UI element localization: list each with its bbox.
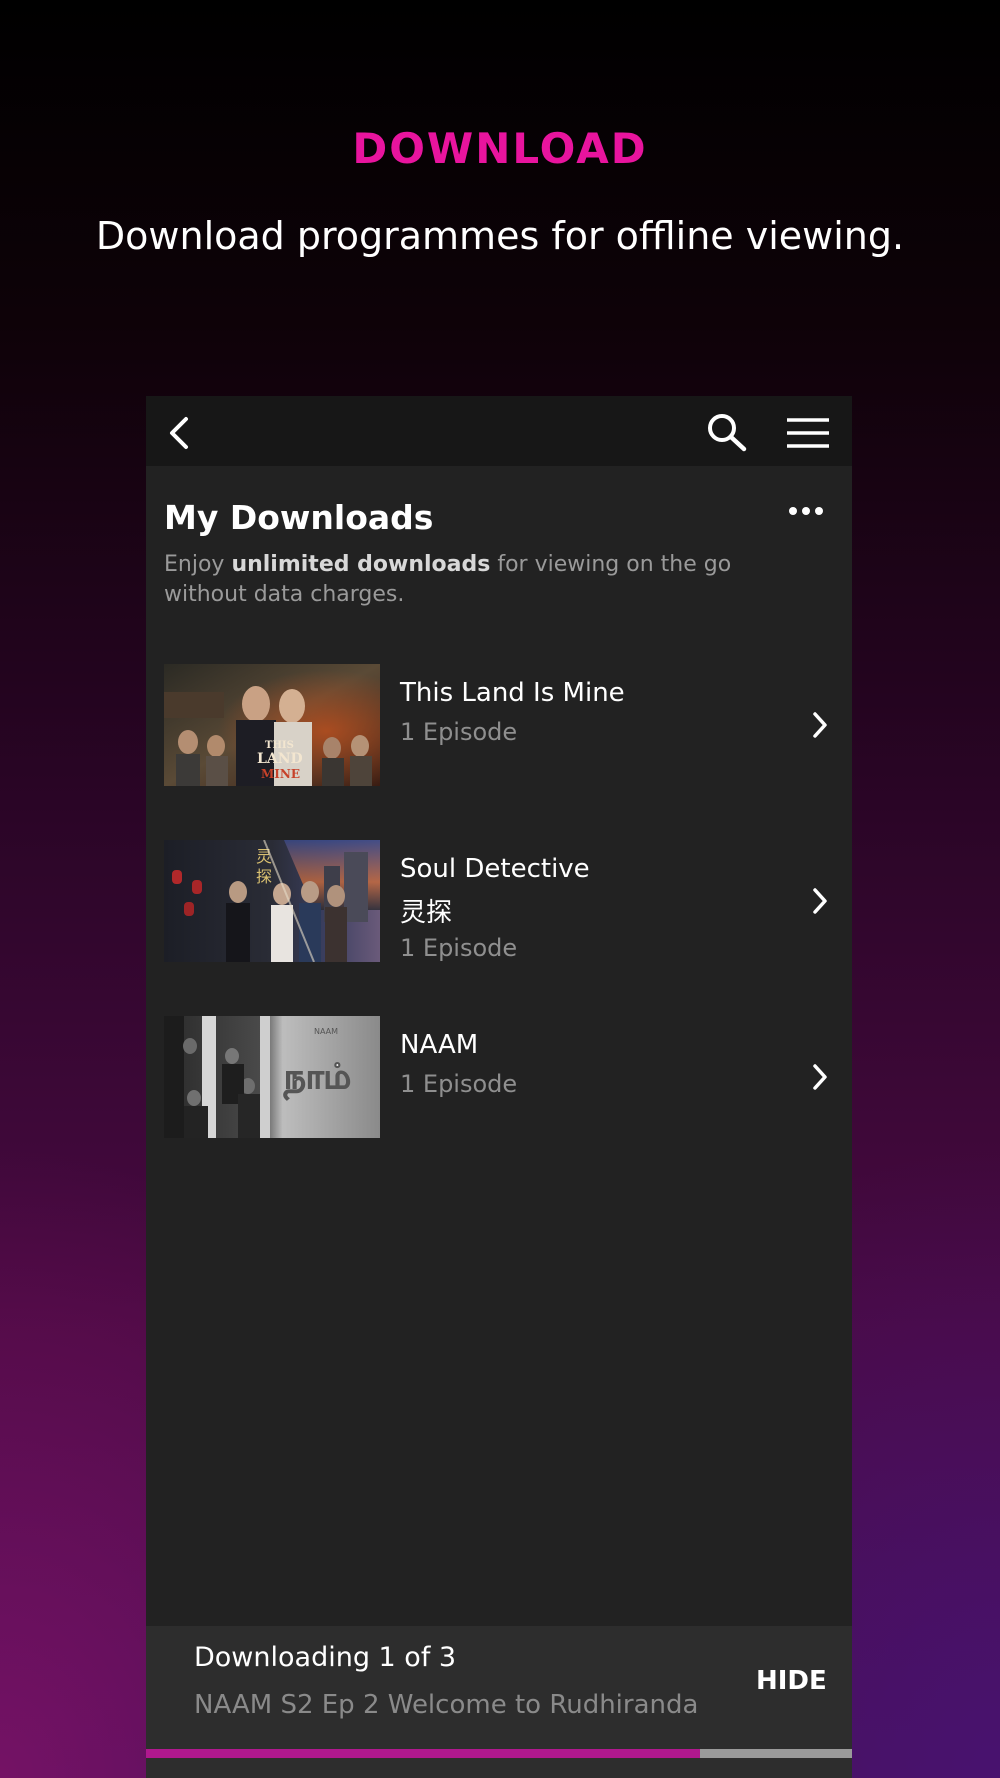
svg-text:LAND: LAND	[257, 751, 303, 767]
download-item-naam[interactable]: நாம் NAAM NAAM 1 Episode	[146, 1016, 852, 1140]
promo-subtitle: Download programmes for offline viewing.	[95, 214, 905, 258]
chevron-right-icon	[813, 712, 827, 738]
ellipsis-icon[interactable]	[786, 501, 826, 521]
svg-text:NAAM: NAAM	[314, 1027, 338, 1036]
download-status-text: Downloading 1 of 3	[194, 1642, 457, 1673]
promo-title: DOWNLOAD	[352, 124, 648, 173]
chevron-right-icon	[813, 888, 827, 914]
top-app-bar	[146, 396, 852, 466]
download-item-this-land-is-mine[interactable]: THIS LAND MINE This Land Is Mine 1 Episo…	[146, 664, 852, 788]
download-item-soul-detective[interactable]: 灵 探 Soul Detective 灵探 1 Episode	[146, 840, 852, 964]
hamburger-menu-icon[interactable]	[786, 416, 830, 450]
download-progress-bar	[146, 1749, 852, 1758]
download-progress-fill	[146, 1749, 701, 1758]
svg-text:MINE: MINE	[261, 767, 300, 781]
download-item-title: This Land Is Mine	[400, 678, 625, 708]
chevron-right-icon	[813, 1064, 827, 1090]
download-item-episodes: 1 Episode	[400, 934, 518, 962]
description-text: Enjoy	[164, 552, 232, 577]
svg-text:THIS: THIS	[265, 740, 294, 751]
description-highlight: unlimited downloads	[231, 552, 491, 577]
svg-text:灵: 灵	[256, 847, 272, 866]
download-item-title: Soul Detective	[400, 854, 590, 884]
svg-text:நாம்: நாம்	[283, 1057, 351, 1100]
download-item-episodes: 1 Episode	[400, 1070, 518, 1098]
search-icon[interactable]	[706, 412, 748, 452]
download-item-title: NAAM	[400, 1030, 479, 1060]
show-thumbnail: நாம் NAAM	[164, 1016, 380, 1138]
download-item-episodes: 1 Episode	[400, 718, 518, 746]
show-thumbnail: THIS LAND MINE	[164, 664, 380, 786]
hide-button[interactable]: HIDE	[756, 1666, 827, 1696]
chevron-left-icon[interactable]	[164, 416, 194, 450]
downloads-description: Enjoy unlimited downloads for viewing on…	[164, 550, 764, 610]
phone-screen: My Downloads Enjoy unlimited downloads f…	[146, 396, 852, 1778]
downloading-episode-title: NAAM S2 Ep 2 Welcome to Rudhiranda	[194, 1690, 699, 1720]
show-thumbnail: 灵 探	[164, 840, 380, 962]
svg-text:探: 探	[256, 867, 272, 886]
download-item-subtitle: 灵探	[400, 898, 453, 928]
page-title: My Downloads	[164, 498, 434, 537]
